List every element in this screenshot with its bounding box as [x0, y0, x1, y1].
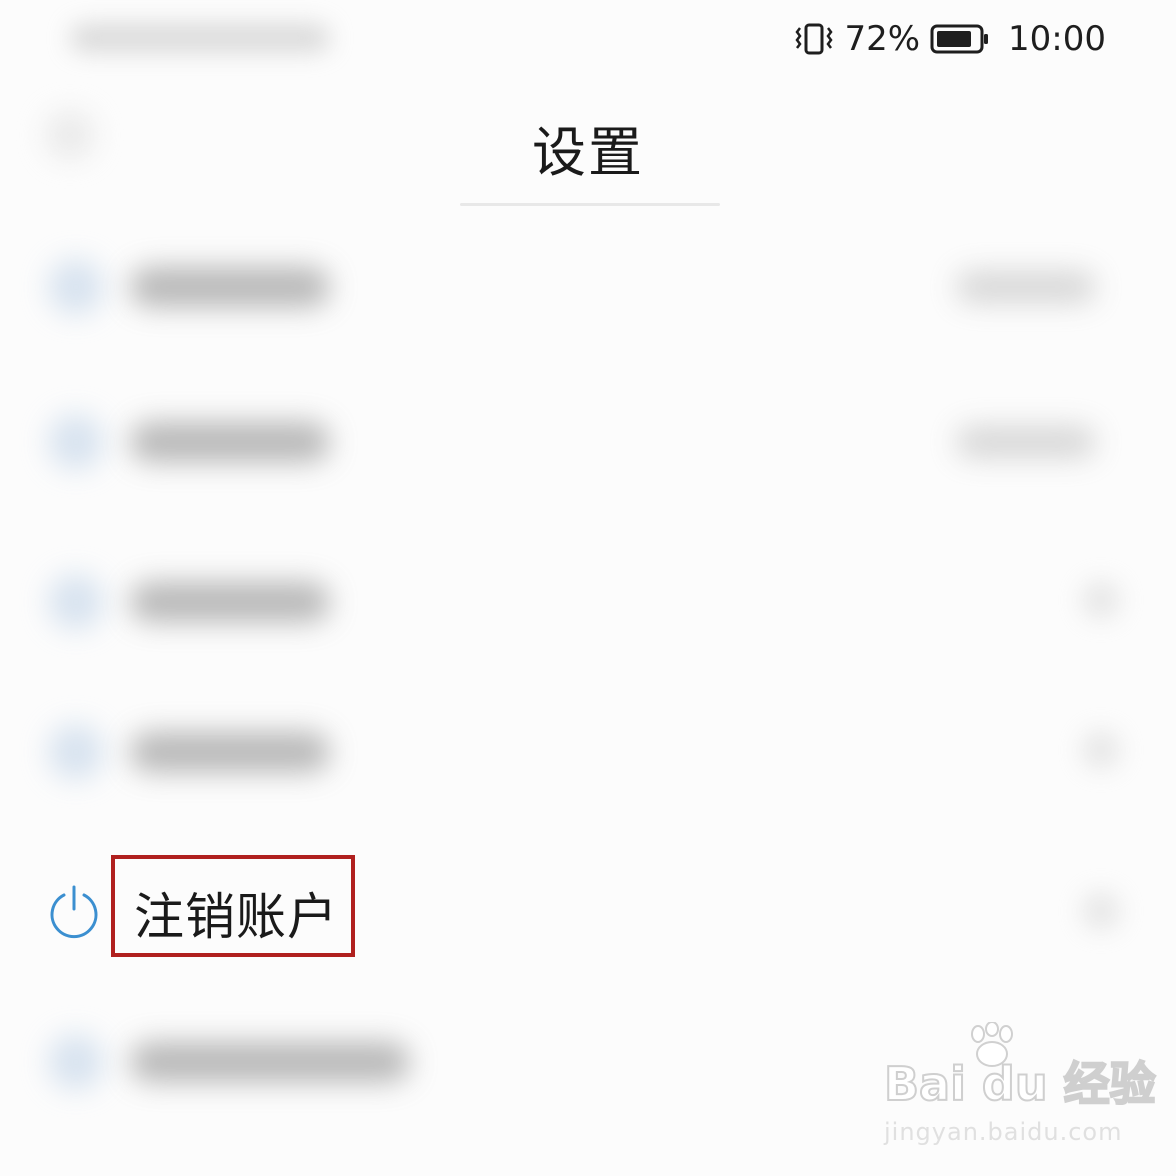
row-icon-blurred	[48, 574, 104, 630]
battery-percent: 72%	[844, 19, 921, 59]
row-label-blurred	[130, 267, 330, 307]
menu-row-blurred[interactable]	[0, 690, 1176, 810]
row-value-blurred	[956, 271, 1096, 303]
row-icon-blurred	[48, 724, 104, 780]
chevron-right-icon	[1081, 730, 1121, 770]
row-icon-blurred	[48, 414, 104, 470]
settings-screen: 72% 10:00 设置 注销账户 Bai du 经验 jingyan.baid…	[0, 0, 1176, 1176]
status-bar: 72% 10:00	[794, 14, 1106, 64]
menu-row-blurred[interactable]	[0, 380, 1176, 500]
title-divider	[460, 203, 720, 206]
row-label-blurred	[130, 732, 330, 772]
chevron-right-icon	[1081, 891, 1121, 931]
menu-row-blurred[interactable]	[0, 225, 1176, 345]
watermark-url: jingyan.baidu.com	[884, 1118, 1123, 1146]
power-icon	[46, 883, 102, 939]
row-label-blurred	[130, 1042, 410, 1082]
status-bar-blurred-left	[70, 24, 330, 52]
watermark-brand: Bai du 经验	[883, 1056, 1157, 1112]
row-icon-blurred	[48, 1034, 104, 1090]
baidu-jingyan-watermark: Bai du 经验 jingyan.baidu.com	[883, 1021, 1157, 1152]
page-title: 设置	[532, 121, 644, 184]
menu-row-blurred[interactable]	[0, 540, 1176, 660]
row-label-blurred	[130, 422, 330, 462]
row-icon-blurred	[48, 259, 104, 315]
chevron-right-icon	[1081, 580, 1121, 620]
clock: 10:00	[1008, 19, 1106, 59]
logout-account-row[interactable]: 注销账户	[0, 855, 1176, 957]
logout-account-label: 注销账户	[134, 888, 338, 946]
row-value-blurred	[956, 426, 1096, 458]
vibrate-icon	[794, 22, 834, 56]
battery-icon	[930, 23, 990, 55]
row-label-blurred	[130, 582, 330, 622]
